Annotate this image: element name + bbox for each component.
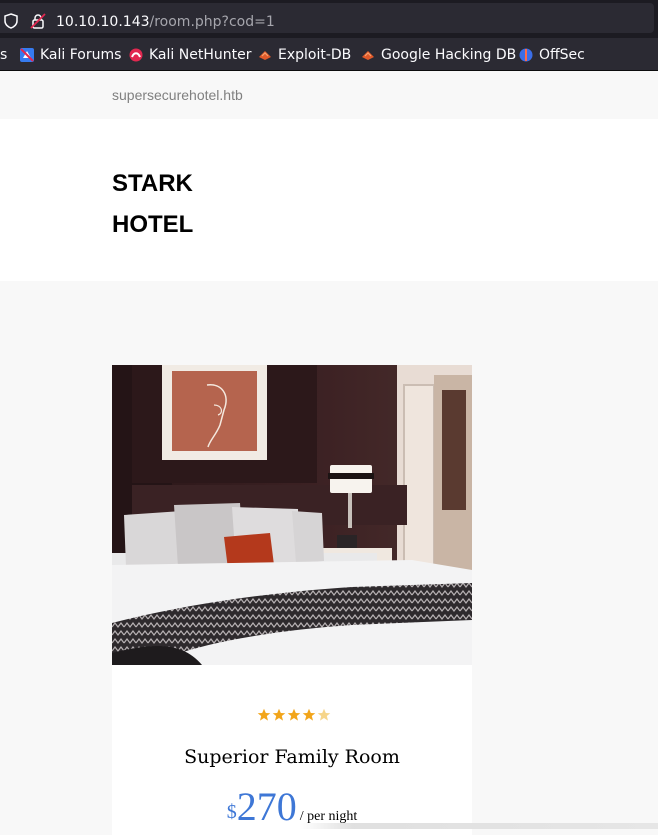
price-currency: $ — [226, 801, 237, 823]
address-field[interactable]: 10.10.10.143/room.php?cod=1 — [0, 3, 654, 33]
bookmark-exploit-db[interactable]: Exploit-DB — [258, 46, 351, 64]
nethunter-icon — [129, 48, 143, 62]
bookmark-truncated[interactable]: s — [0, 46, 7, 64]
url-text[interactable]: 10.10.10.143/room.php?cod=1 — [56, 13, 275, 31]
brand-line-2: HOTEL — [112, 211, 194, 238]
bookmark-label: s — [0, 47, 8, 63]
url-path: /room.php?cod=1 — [149, 14, 275, 30]
url-host: 10.10.10.143 — [56, 14, 150, 30]
brand-logo[interactable]: STARK HOTEL — [112, 163, 232, 245]
room-photo — [112, 365, 472, 665]
bookmark-kali-nethunter[interactable]: Kali NetHunter — [129, 46, 251, 64]
bookmark-label: Kali NetHunter — [149, 47, 252, 63]
star-icon — [272, 708, 286, 721]
room-name[interactable]: Superior Family Room — [112, 746, 472, 768]
bookmark-label: OffSec — [539, 47, 585, 63]
insecure-lock-icon[interactable] — [30, 13, 46, 29]
room-card: Superior Family Room $270/ per night — [112, 365, 472, 835]
offsec-icon — [519, 48, 533, 62]
brand-line-1: STARK — [112, 170, 193, 197]
site-domain: supersecurehotel.htb — [112, 87, 243, 103]
exploit-db-icon — [259, 51, 271, 60]
room-rating — [257, 708, 331, 722]
page-shadow — [300, 823, 658, 829]
bookmarks-toolbar: s Kali Forums Kali NetHunter Exploit-DB … — [0, 38, 658, 71]
price-amount: 270 — [236, 784, 297, 829]
bookmark-offsec[interactable]: OffSec — [519, 46, 585, 64]
bookmark-label: Exploit-DB — [278, 47, 352, 63]
star-icon — [257, 708, 271, 721]
site-header: STARK HOTEL — [0, 119, 658, 281]
price-per-night: / per night — [299, 809, 358, 824]
bookmark-label: Kali Forums — [40, 47, 122, 63]
ghdb-icon — [362, 51, 374, 60]
star-empty-icon — [317, 708, 331, 721]
browser-url-bar: 10.10.10.143/room.php?cod=1 — [0, 0, 658, 38]
bookmark-google-hacking-db[interactable]: Google Hacking DB — [361, 46, 516, 64]
bookmark-kali-forums[interactable]: Kali Forums — [20, 46, 121, 64]
star-icon — [302, 708, 316, 721]
kali-forums-icon — [20, 48, 34, 62]
tracking-shield-icon[interactable] — [4, 13, 18, 29]
bookmark-label: Google Hacking DB — [381, 47, 517, 63]
star-icon — [287, 708, 301, 721]
site-top-bar: supersecurehotel.htb — [0, 71, 658, 119]
